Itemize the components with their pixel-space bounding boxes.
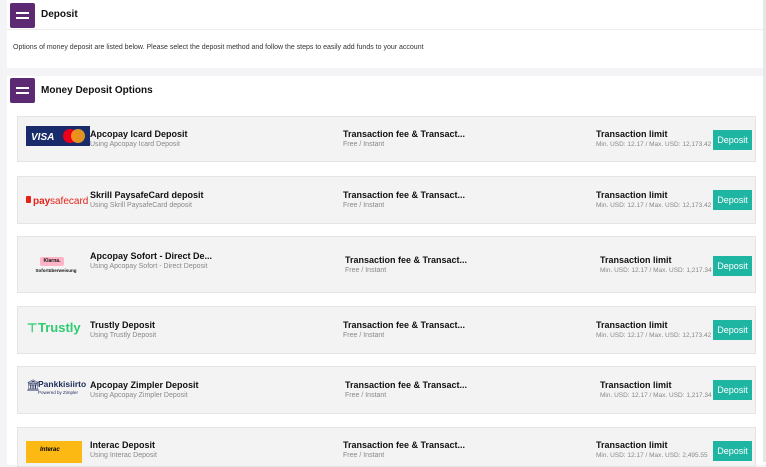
deposit-button[interactable]: Deposit — [713, 380, 752, 400]
method-name: Apcopay Zimpler Deposit — [90, 380, 199, 390]
limit-title: Transaction limit — [596, 190, 668, 200]
trustly-logo-text: Trustly — [38, 320, 81, 335]
method-name: Apcopay Sofort - Direct De... — [90, 251, 213, 261]
limit-value: Min. USD: 12.17 / Max. USD: 12,173.42 — [596, 332, 712, 339]
fee-title: Transaction fee & Transact... — [345, 380, 468, 390]
limit-title: Transaction limit — [600, 255, 672, 265]
deposit-button[interactable]: Deposit — [713, 256, 752, 276]
deposit-method-card[interactable]: VISA Apcopay Icard Deposit Using Apcopay… — [17, 116, 756, 162]
menu-icon — [10, 3, 35, 28]
limit-title: Transaction limit — [596, 129, 668, 139]
deposit-method-card[interactable]: 🏛 Pankkisiirto Powered by Zimpler Apcopa… — [17, 366, 756, 414]
deposit-button[interactable]: Deposit — [713, 190, 752, 210]
deposit-header: Deposit — [7, 0, 766, 30]
method-subtitle: Using Skrill PaysafeCard deposit — [90, 202, 192, 209]
deposit-button[interactable]: Deposit — [713, 130, 752, 150]
limit-title: Transaction limit — [596, 320, 668, 330]
method-subtitle: Using Apcopay Sofort - Direct Deposit — [90, 263, 208, 270]
limit-title: Transaction limit — [600, 380, 672, 390]
interac-logo-text: Interac — [40, 447, 60, 453]
sofort-logo-text: Sofortüberweisung — [35, 268, 77, 273]
method-subtitle: Using Interac Deposit — [90, 452, 157, 459]
deposit-button[interactable]: Deposit — [713, 441, 752, 461]
visa-mastercard-logo: VISA — [26, 126, 90, 146]
interac-logo: Interac — [26, 441, 90, 463]
deposit-method-card[interactable]: pay safecard Skrill PaysafeCard deposit … — [17, 176, 756, 224]
trustly-mark-icon: ⊤ — [27, 321, 38, 335]
paysafecard-logo: pay safecard — [26, 191, 90, 211]
deposit-method-card[interactable]: Interac Interac Deposit Using Interac De… — [17, 427, 756, 467]
limit-value: Min. USD: 12.17 / Max. USD: 12,173.42 — [596, 202, 712, 209]
svg-text:pay: pay — [33, 196, 51, 207]
deposit-method-card[interactable]: ⊤ Trustly Trustly Deposit Using Trustly … — [17, 306, 756, 354]
method-name: Interac Deposit — [90, 440, 156, 450]
page-title: Deposit — [41, 9, 78, 20]
fee-title: Transaction fee & Transact... — [343, 440, 466, 450]
method-subtitle: Using Apcopay Icard Deposit — [90, 141, 180, 148]
fee-value: Free / Instant — [345, 267, 387, 274]
klarna-logo-text: Klarna. — [40, 257, 64, 266]
deposit-method-card[interactable]: Klarna. Sofortüberweisung Apcopay Sofort… — [17, 236, 756, 293]
zimpler-logo-text: Powered by Zimpler — [38, 390, 79, 395]
method-subtitle: Using Trustly Deposit — [90, 332, 157, 339]
method-name: Trustly Deposit — [90, 320, 156, 330]
fee-value: Free / Instant — [343, 452, 385, 459]
limit-title: Transaction limit — [596, 440, 668, 450]
method-name: Skrill PaysafeCard deposit — [90, 190, 204, 200]
options-title: Money Deposit Options — [41, 85, 153, 96]
svg-text:VISA: VISA — [31, 132, 54, 143]
pankkisiirto-logo: 🏛 Pankkisiirto Powered by Zimpler — [26, 379, 90, 399]
pankkisiirto-logo-text: Pankkisiirto — [38, 379, 87, 389]
fee-value: Free / Instant — [343, 202, 385, 209]
svg-text:safecard: safecard — [50, 196, 88, 207]
klarna-sofort-logo: Klarna. Sofortüberweisung — [26, 257, 90, 277]
menu-icon — [10, 78, 35, 103]
deposit-description: Options of money deposit are listed belo… — [7, 30, 766, 68]
fee-value: Free / Instant — [343, 141, 385, 148]
trustly-logo: ⊤ Trustly — [26, 320, 90, 340]
method-subtitle: Using Apcopay Zimpler Deposit — [90, 392, 188, 399]
options-header: Money Deposit Options — [7, 76, 766, 106]
deposit-button[interactable]: Deposit — [713, 320, 752, 340]
limit-value: Min. USD: 12.17 / Max. USD: 12,173.42 — [596, 141, 712, 148]
limit-value: Min. USD: 12.17 / Max. USD: 1,217.34 — [600, 267, 712, 274]
fee-title: Transaction fee & Transact... — [343, 320, 466, 330]
fee-value: Free / Instant — [345, 392, 387, 399]
fee-title: Transaction fee & Transact... — [345, 255, 468, 265]
limit-value: Min. USD: 12.17 / Max. USD: 2,495.55 — [596, 452, 708, 459]
limit-value: Min. USD: 12.17 / Max. USD: 1,217.34 — [600, 392, 712, 399]
fee-title: Transaction fee & Transact... — [343, 190, 466, 200]
fee-title: Transaction fee & Transact... — [343, 129, 466, 139]
method-name: Apcopay Icard Deposit — [90, 129, 188, 139]
fee-value: Free / Instant — [343, 332, 385, 339]
